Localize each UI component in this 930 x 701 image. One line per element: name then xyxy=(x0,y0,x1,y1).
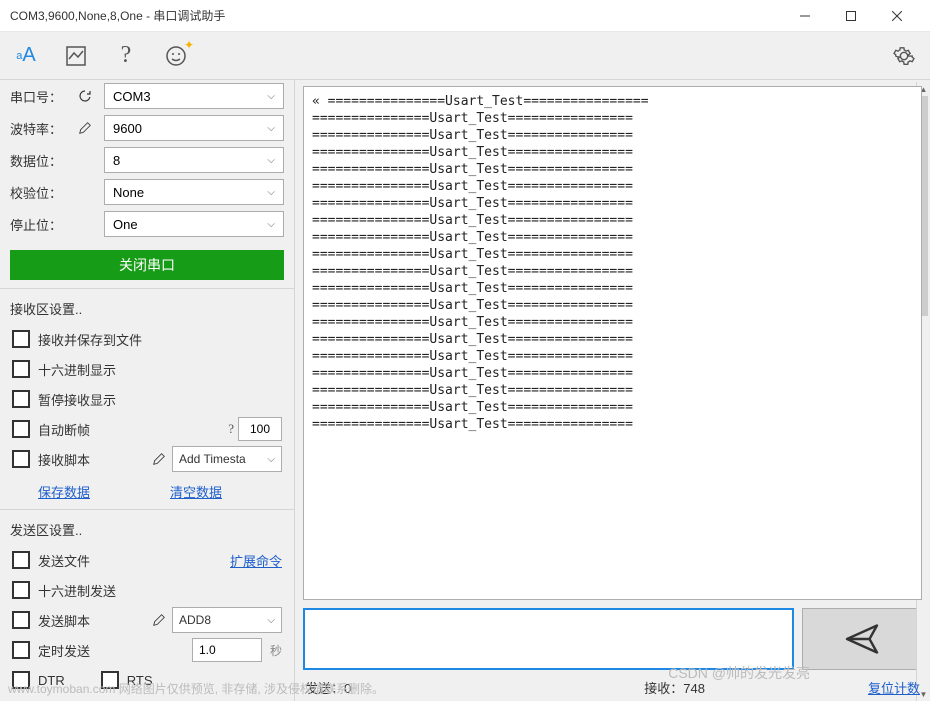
rx-hex-label: 十六进制显示 xyxy=(38,360,116,379)
chevron-down-icon: ⌵ xyxy=(267,155,275,166)
watermark-text: CSDN @帅的发光发亮 xyxy=(668,663,810,683)
rx-script-select[interactable]: Add Timesta⌵ xyxy=(172,446,282,472)
stopbits-value: One xyxy=(113,217,138,232)
send-button[interactable] xyxy=(802,608,922,670)
rx-hex-checkbox[interactable] xyxy=(12,360,30,378)
port-select[interactable]: COM3 ⌵ xyxy=(104,83,284,109)
rx-pause-checkbox[interactable] xyxy=(12,390,30,408)
chevron-down-icon: ⌵ xyxy=(267,615,275,626)
databits-label: 数据位： xyxy=(10,151,70,170)
recv-value: 748 xyxy=(683,681,705,696)
chevron-down-icon: ⌵ xyxy=(267,91,275,102)
tx-timed-label: 定时发送 xyxy=(38,641,90,660)
tx-script-checkbox[interactable] xyxy=(12,611,30,629)
baud-select[interactable]: 9600 ⌵ xyxy=(104,115,284,141)
tx-hex-label: 十六进制发送 xyxy=(38,581,116,600)
window-title: COM3,9600,None,8,One - 串口调试助手 xyxy=(10,7,225,24)
settings-icon[interactable] xyxy=(890,42,918,70)
edit-icon[interactable] xyxy=(76,119,94,137)
edit-icon[interactable] xyxy=(150,611,168,629)
stopbits-label: 停止位： xyxy=(10,215,70,234)
chart-icon[interactable] xyxy=(62,42,90,70)
rx-script-label: 接收脚本 xyxy=(38,450,90,469)
minimize-button[interactable] xyxy=(782,0,828,32)
tx-sendfile-checkbox[interactable] xyxy=(12,551,30,569)
tx-section-header: 发送区设置.. xyxy=(0,509,294,545)
smiley-icon[interactable]: ✦ xyxy=(162,42,190,70)
rx-pause-label: 暂停接收显示 xyxy=(38,390,116,409)
ext-cmd-link[interactable]: 扩展命令 xyxy=(230,551,282,570)
chevron-down-icon: ⌵ xyxy=(267,454,275,465)
font-size-icon[interactable]: aA xyxy=(12,42,40,70)
edit-icon[interactable] xyxy=(150,450,168,468)
stopbits-select[interactable]: One ⌵ xyxy=(104,211,284,237)
rx-script-checkbox[interactable] xyxy=(12,450,30,468)
tx-script-select[interactable]: ADD8⌵ xyxy=(172,607,282,633)
tx-hex-checkbox[interactable] xyxy=(12,581,30,599)
refresh-icon[interactable] xyxy=(76,87,94,105)
parity-select[interactable]: None ⌵ xyxy=(104,179,284,205)
tx-sendfile-label: 发送文件 xyxy=(38,551,90,570)
reset-counter-link[interactable]: 复位计数 xyxy=(868,678,920,697)
status-bar: 发送：0 接收：748 复位计数 xyxy=(295,676,930,701)
parity-label: 校验位： xyxy=(10,183,70,202)
tx-timed-checkbox[interactable] xyxy=(12,641,30,659)
recv-label: 接收： xyxy=(644,681,683,696)
chevron-down-icon: ⌵ xyxy=(267,123,275,134)
timed-unit: 秒 xyxy=(270,642,282,659)
help-icon[interactable]: ? xyxy=(112,42,140,70)
parity-value: None xyxy=(113,185,144,200)
rx-savefile-label: 接收并保存到文件 xyxy=(38,330,142,349)
content: « ===============Usart_Test=============… xyxy=(295,80,930,701)
window-controls xyxy=(782,0,920,32)
databits-select[interactable]: 8⌵ xyxy=(104,147,284,173)
watermark-text: www.toymoban.com 网络图片仅供预览, 非存储, 涉及侵权请联系删… xyxy=(8,680,384,697)
maximize-button[interactable] xyxy=(828,0,874,32)
port-label: 串口号： xyxy=(10,87,70,106)
chevron-down-icon: ⌵ xyxy=(267,187,275,198)
sidebar: 串口号： COM3⌵ 波特率： 9600⌵ 数据位： 8⌵ 校验位： None⌵… xyxy=(0,80,295,701)
baud-value: 9600 xyxy=(113,121,142,136)
timed-input[interactable] xyxy=(192,638,262,662)
port-value: COM3 xyxy=(113,89,151,104)
toolbar: aA ? ✦ xyxy=(0,32,930,80)
baud-label: 波特率： xyxy=(10,119,70,138)
rx-autobreak-checkbox[interactable] xyxy=(12,420,30,438)
rx-autobreak-label: 自动断帧 xyxy=(38,420,90,439)
autobreak-hint[interactable]: ? xyxy=(228,421,234,437)
clear-data-link[interactable]: 清空数据 xyxy=(170,482,222,501)
rx-savefile-checkbox[interactable] xyxy=(12,330,30,348)
receive-terminal[interactable]: « ===============Usart_Test=============… xyxy=(303,86,922,600)
close-port-button[interactable]: 关闭串口 xyxy=(10,250,284,280)
close-button[interactable] xyxy=(874,0,920,32)
titlebar: COM3,9600,None,8,One - 串口调试助手 xyxy=(0,0,930,32)
chevron-down-icon: ⌵ xyxy=(267,219,275,230)
databits-value: 8 xyxy=(113,153,120,168)
save-data-link[interactable]: 保存数据 xyxy=(38,482,90,501)
send-input[interactable] xyxy=(303,608,794,670)
rx-section-header: 接收区设置.. xyxy=(0,288,294,324)
autobreak-input[interactable] xyxy=(238,417,282,441)
main: 串口号： COM3⌵ 波特率： 9600⌵ 数据位： 8⌵ 校验位： None⌵… xyxy=(0,80,930,701)
tx-script-label: 发送脚本 xyxy=(38,611,90,630)
